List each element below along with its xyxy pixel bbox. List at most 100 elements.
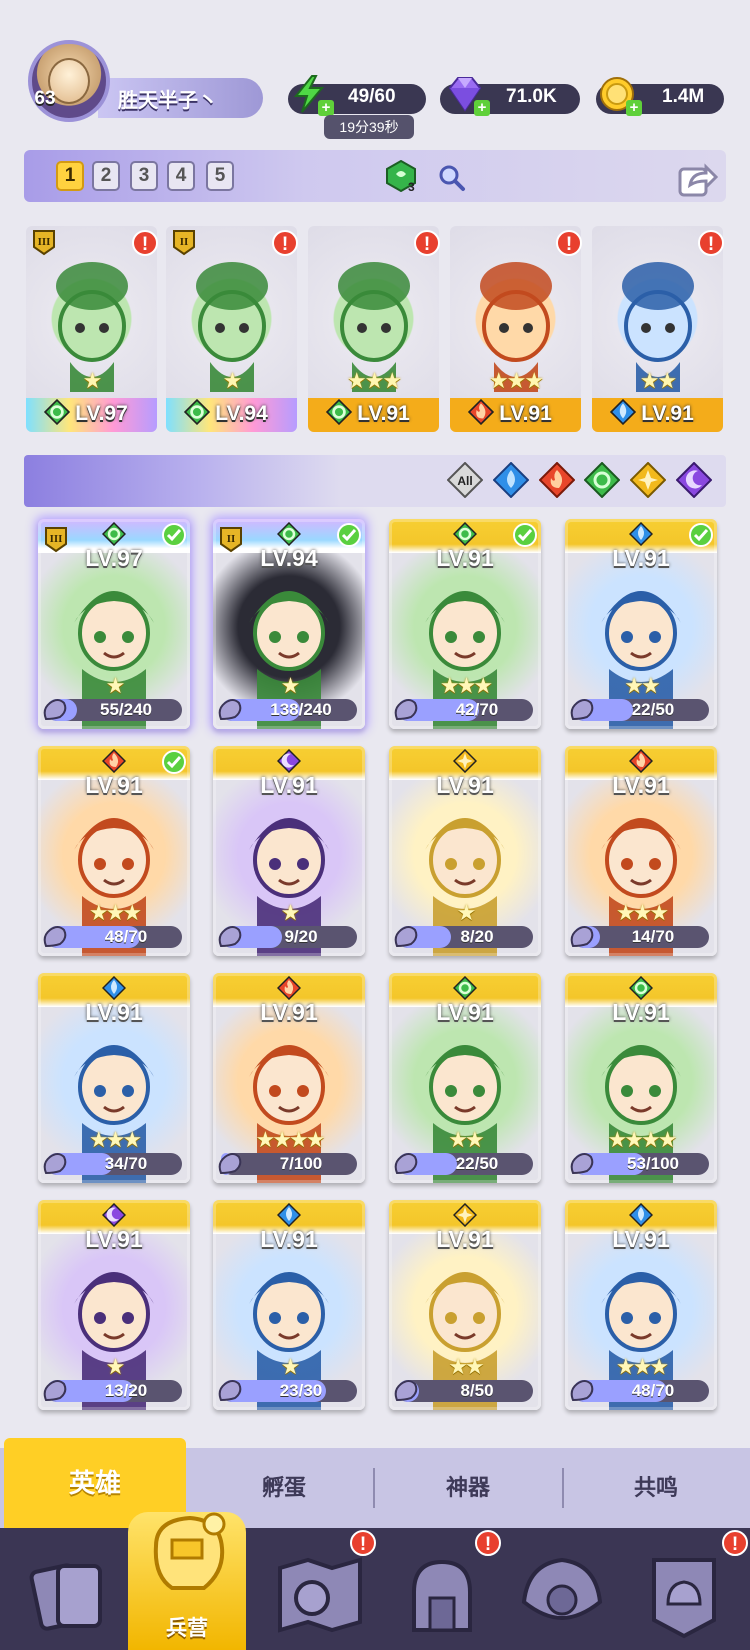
hero-level: LV.91 — [260, 999, 318, 1025]
team-tab-1[interactable]: 1 — [56, 161, 84, 191]
lineup-hero-card[interactable]: ★★ LV.91 — [592, 226, 723, 432]
shard-count: 53/100 — [627, 1154, 679, 1173]
hero-stars: ★ — [280, 673, 301, 698]
hero-card[interactable]: LV.94 ★ 138/240 II — [213, 519, 365, 729]
hero-card[interactable]: LV.91 ★★★★ 7/100 — [213, 973, 365, 1183]
shard-count: 22/50 — [455, 1154, 499, 1173]
search-icon[interactable] — [436, 162, 466, 192]
shard-count: 138/240 — [270, 700, 332, 719]
water-element-icon — [628, 521, 654, 547]
hero-card[interactable]: LV.91 ★★★ 34/70 — [38, 973, 190, 1183]
hero-card[interactable]: LV.91 ★★★ 48/70 — [565, 1200, 717, 1410]
water-element-icon — [628, 1202, 654, 1228]
hero-element — [452, 1202, 478, 1228]
hero-element — [452, 521, 478, 547]
shard-icon — [570, 1380, 594, 1402]
shard-icon — [570, 926, 594, 948]
team-tab-5[interactable]: 5 — [206, 161, 234, 191]
filter-all-label: All — [457, 474, 472, 488]
cards-icon[interactable] — [18, 1546, 118, 1646]
barracks-fist-icon — [153, 1512, 226, 1590]
hero-card[interactable]: LV.91 ★ 9/20 — [213, 746, 365, 956]
lineup-hero-card[interactable]: ★★★ LV.91 — [308, 226, 439, 432]
shard-count: 48/70 — [631, 1381, 675, 1400]
filter-all-button[interactable]: All — [447, 462, 483, 498]
dark-element-icon — [101, 1202, 127, 1228]
hero-level: LV.91 — [260, 1226, 318, 1252]
shard-icon — [394, 926, 418, 948]
hero-card[interactable]: LV.91 ★ 13/20 — [38, 1200, 190, 1410]
guild-banner-icon[interactable] — [634, 1546, 734, 1646]
hero-stars: ★★ — [639, 368, 677, 393]
nature-element-icon — [276, 521, 302, 547]
rank-badge: III — [30, 228, 58, 261]
rank-shield-icon: II — [173, 230, 195, 256]
shard-icon — [394, 1380, 418, 1402]
fire-element-icon — [101, 748, 127, 774]
shard-count: 14/70 — [631, 927, 675, 946]
tab-artifacts[interactable]: 神器 — [374, 1448, 562, 1528]
hero-card[interactable]: LV.91 ★★ 22/50 — [565, 519, 717, 729]
team-tab-3[interactable]: 3 — [130, 161, 158, 191]
fire-element-icon[interactable] — [539, 462, 575, 498]
hero-level: LV.97 — [75, 402, 128, 425]
hero-element — [101, 521, 127, 547]
map-book-icon[interactable] — [270, 1546, 370, 1646]
hero-card[interactable]: LV.91 ★★★ 14/70 — [565, 746, 717, 956]
hero-card[interactable]: LV.91 ★ 8/20 — [389, 746, 541, 956]
lineup-hero-card[interactable]: ★★★ LV.91 — [450, 226, 581, 432]
player-name: 胜天半子丶 — [118, 90, 218, 112]
svg-text:II: II — [227, 533, 236, 545]
team-tab-4[interactable]: 4 — [167, 161, 195, 191]
tab-resonance[interactable]: 共鸣 — [562, 1448, 750, 1528]
shard-icon — [43, 926, 67, 948]
shard-count: 34/70 — [104, 1154, 148, 1173]
check-icon — [162, 750, 186, 774]
hero-stars: ★★★ — [615, 1354, 669, 1379]
mushroom-house-icon[interactable] — [512, 1546, 612, 1646]
hero-element — [452, 748, 478, 774]
check-icon — [162, 523, 186, 547]
hero-stars: ★ — [222, 368, 243, 393]
fire-element-icon — [276, 975, 302, 1001]
hero-card[interactable]: LV.91 ★ 23/30 — [213, 1200, 365, 1410]
hero-stars: ★★★★ — [255, 1127, 326, 1152]
hero-card[interactable]: LV.91 ★★ 22/50 — [389, 973, 541, 1183]
hero-stars: ★ — [82, 368, 103, 393]
dark-element-icon[interactable] — [676, 462, 712, 498]
rank-badge: III — [42, 525, 68, 553]
hero-card[interactable]: LV.91 ★★★ 42/70 — [389, 519, 541, 729]
hero-level: LV.94 — [215, 402, 268, 425]
guild-alert-badge: ! — [722, 1530, 748, 1556]
shard-count: 23/30 — [279, 1381, 323, 1400]
shard-count: 9/20 — [284, 927, 318, 946]
nature-element-icon[interactable] — [584, 462, 620, 498]
hero-level: LV.91 — [612, 999, 670, 1025]
hero-alert-badge: ! — [556, 230, 582, 256]
water-element-icon[interactable] — [493, 462, 529, 498]
hero-level: LV.91 — [436, 772, 494, 798]
hero-card[interactable]: LV.91 ★★★★ 53/100 — [565, 973, 717, 1183]
hero-stars: ★★★★ — [607, 1127, 678, 1152]
hero-card[interactable]: LV.91 ★★★ 48/70 — [38, 746, 190, 956]
hero-level: LV.91 — [612, 1226, 670, 1252]
gems-add-button[interactable]: + — [474, 100, 490, 116]
hero-alert-badge: ! — [698, 230, 724, 256]
gold-add-button[interactable]: + — [626, 100, 642, 116]
hero-level: LV.91 — [85, 1226, 143, 1252]
hero-level: LV.91 — [436, 1226, 494, 1252]
hero-stars: ★ — [280, 1354, 301, 1379]
hero-alert-badge: ! — [132, 230, 158, 256]
gem-count: 3 — [408, 180, 415, 194]
hero-stars: ★★★ — [88, 1127, 142, 1152]
fire-element-icon — [628, 748, 654, 774]
light-element-icon[interactable] — [630, 462, 666, 498]
energy-add-button[interactable]: + — [318, 100, 334, 116]
rank-shield-icon: III — [45, 527, 67, 553]
team-tab-2[interactable]: 2 — [92, 161, 120, 191]
castle-icon[interactable] — [392, 1546, 492, 1646]
hero-card[interactable]: LV.97 ★ 55/240 III — [38, 519, 190, 729]
hero-card[interactable]: LV.91 ★★ 8/50 — [389, 1200, 541, 1410]
share-icon[interactable] — [676, 157, 718, 199]
hero-alert-badge: ! — [414, 230, 440, 256]
